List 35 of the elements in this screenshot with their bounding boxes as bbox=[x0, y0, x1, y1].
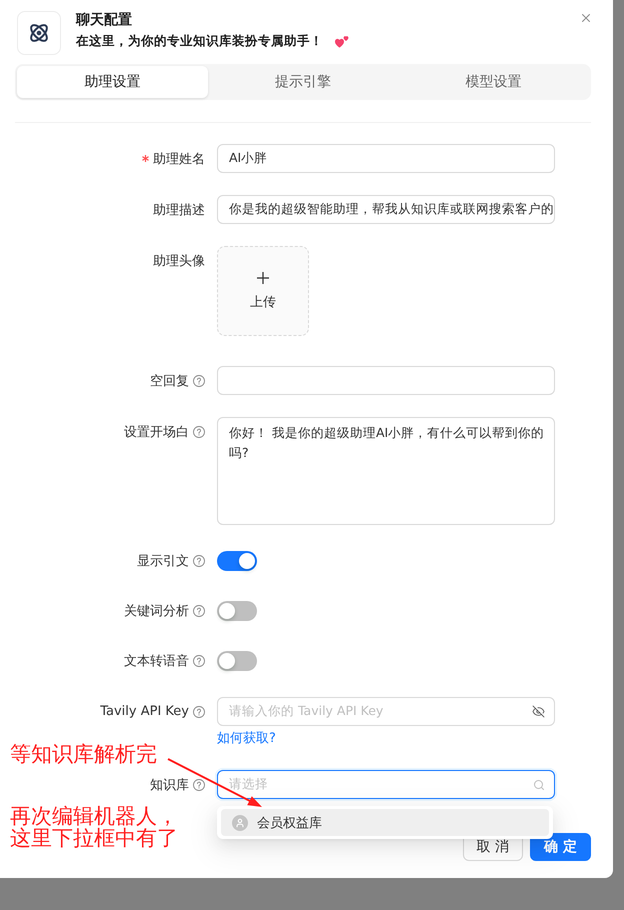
field-label: 显示引文 bbox=[137, 553, 189, 570]
dialog-subtitle: 在这里，为你的专业知识库装扮专属助手！ bbox=[76, 32, 323, 50]
field-label: 设置开场白 bbox=[124, 424, 189, 440]
field-label: 空回复 bbox=[150, 372, 189, 390]
tab[interactable]: 提示引擎 bbox=[208, 66, 398, 98]
close-button[interactable] bbox=[579, 11, 593, 25]
upload-button[interactable]: 上传 bbox=[217, 246, 309, 336]
field-label: 助理头像 bbox=[153, 252, 205, 270]
field-label: 助理姓名 bbox=[153, 150, 205, 168]
text-input[interactable]: 你是我的超级智能助理，帮我从知识库或联网搜索客户的 bbox=[217, 195, 555, 224]
dropdown-option[interactable]: 会员权益库 bbox=[221, 809, 549, 836]
field-label: 助理描述 bbox=[153, 202, 205, 218]
toggle-switch[interactable] bbox=[217, 601, 257, 621]
two-hearts-icon bbox=[335, 34, 349, 48]
search-icon bbox=[533, 778, 545, 790]
annotation-note: 等知识库解析完 bbox=[10, 743, 158, 765]
plus-icon bbox=[257, 272, 269, 284]
dialog-title: 聊天配置 bbox=[76, 11, 133, 29]
field-label: 关键词分析 bbox=[124, 603, 189, 620]
tab[interactable]: 模型设置 bbox=[398, 66, 589, 98]
textarea-field[interactable]: 你好！ 我是你的超级助理AI小胖，有什么可以帮到你的吗? bbox=[217, 417, 555, 525]
field-label: 文本转语音 bbox=[124, 653, 189, 670]
field-label: Tavily API Key bbox=[100, 704, 189, 719]
toggle-switch[interactable] bbox=[217, 651, 257, 671]
atom-icon bbox=[27, 21, 51, 45]
annotation-note: 再次编辑机器人，这里下拉框中有了 bbox=[10, 805, 179, 849]
field-label: 知识库 bbox=[150, 776, 189, 794]
help-link[interactable]: 如何获取? bbox=[217, 730, 276, 748]
toggle-switch[interactable] bbox=[217, 551, 257, 571]
tab[interactable]: 助理设置 bbox=[17, 66, 208, 98]
confirm-button[interactable]: 确 定 bbox=[530, 833, 591, 861]
user-avatar-icon bbox=[232, 814, 248, 830]
eye-slash-icon[interactable] bbox=[532, 705, 545, 718]
text-input[interactable] bbox=[217, 366, 555, 395]
text-input[interactable]: AI小胖 bbox=[217, 144, 555, 173]
